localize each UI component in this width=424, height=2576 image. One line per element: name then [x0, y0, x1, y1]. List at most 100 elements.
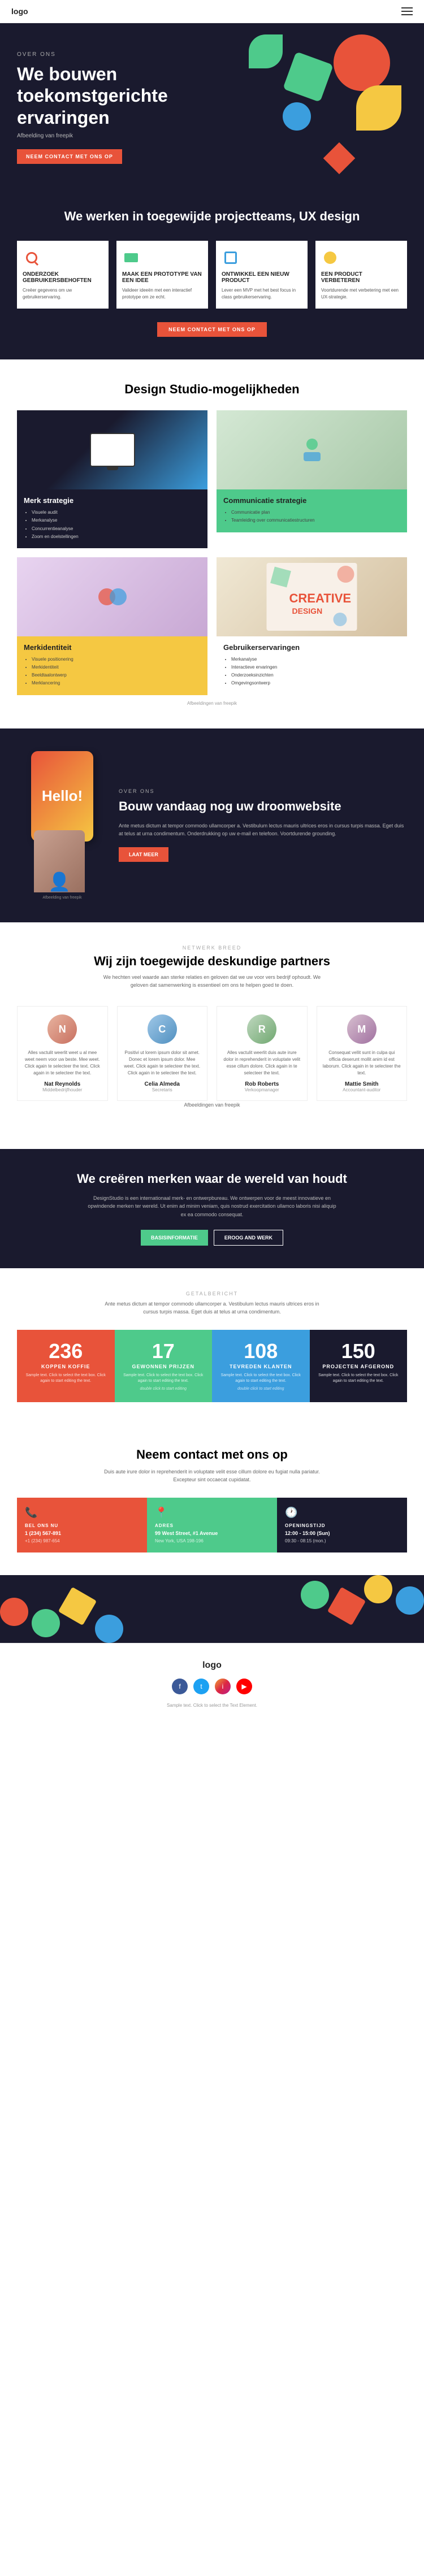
team-card-desc: Valideer ideeën met een interactief prot… — [122, 287, 202, 301]
stat-number: 17 — [120, 1341, 207, 1361]
dream-phone: Hello! — [31, 751, 93, 842]
svg-text:CREATIVE: CREATIVE — [289, 591, 352, 605]
deco-circle-red — [0, 1598, 28, 1626]
studio-card-brand: Merk strategie Visuele audit Merkanalyse… — [17, 410, 207, 548]
screen-mockup — [90, 433, 135, 467]
dream-image-area: Hello! 👤 Afbeelding van freepik — [17, 751, 107, 900]
studio-card-body-brand: Merk strategie Visuele audit Merkanalyse… — [17, 489, 207, 548]
teams-cta-button[interactable]: NEEM CONTACT MET ONS OP — [157, 322, 267, 337]
partner-name: Mattie Smith — [323, 1081, 401, 1087]
stat-label: PROJECTEN AFGEROND — [315, 1364, 402, 1369]
dream-over: OVER ONS — [119, 788, 407, 794]
deco-square-yellow — [58, 1586, 97, 1625]
contact-item-hours: 🕐 OPENINGSTIJD 12:00 - 15:00 (Sun) 09:30… — [277, 1498, 407, 1552]
avatar-initial: N — [59, 1024, 66, 1035]
team-card-research: ONDERZOEK GEBRUIKERSBEHOFTEN Creëer gege… — [17, 241, 109, 309]
stat-label: TEVREDEN KLANTEN — [218, 1364, 304, 1369]
location-icon: 📍 — [155, 1507, 269, 1519]
studio-card-ux: CREATIVE DESIGN Gebruikerservaringen Mer… — [217, 557, 407, 695]
improve-icon — [321, 249, 339, 267]
studio-card-title: Merkidentiteit — [24, 643, 201, 652]
list-item: Concurrentieanalyse — [32, 526, 201, 532]
footer-decoration — [0, 1575, 424, 1643]
studio-card-list: Visuele positionering Merkidentiteit Bee… — [24, 656, 201, 687]
studio-section: Design Studio-mogelijkheden Merk strateg… — [0, 359, 424, 728]
partners-grid: N Alles vactulit weerlit weet u al mee w… — [17, 1006, 407, 1101]
footer-text: Sample text. Click to select the Text El… — [17, 1702, 407, 1709]
partner-avatar-nat: N — [47, 1014, 77, 1044]
twitter-icon[interactable]: t — [193, 1679, 209, 1694]
contact-item-phone: 📞 BEL ONS NU 1 (234) 567-891 +1 (234) 98… — [17, 1498, 147, 1552]
studio-card-title: Merk strategie — [24, 496, 201, 505]
youtube-icon[interactable]: ▶ — [236, 1679, 252, 1694]
shape-rect-green — [283, 51, 334, 102]
footer: logo f t i ▶ Sample text. Click to selec… — [0, 1643, 424, 1726]
instagram-icon[interactable]: i — [215, 1679, 231, 1694]
contact-sub: New York, USA 198-196 — [155, 1538, 269, 1543]
studio-card-list: Merkanalyse Interactieve ervaringen Onde… — [223, 656, 400, 687]
phone-icon: 📞 — [25, 1507, 139, 1519]
studio-attribution: Afbeeldingen van freepik — [17, 701, 407, 706]
dream-attribution: Afbeelding van freepik — [17, 896, 107, 900]
deco-circle-green — [32, 1609, 60, 1637]
hero-title: We bouwen toekomstgerichte ervaringen — [17, 63, 175, 128]
list-item: Communicatie plan — [231, 509, 400, 515]
stat-number: 108 — [218, 1341, 304, 1361]
hamburger-button[interactable] — [401, 7, 413, 15]
partner-card-nat: N Alles vactulit weerlit weet u al mee w… — [17, 1006, 108, 1101]
partner-name: Celia Almeda — [123, 1081, 202, 1087]
list-item: Beeldtaalontwerp — [32, 672, 201, 678]
navbar: logo — [0, 0, 424, 23]
team-card-title: ONDERZOEK GEBRUIKERSBEHOFTEN — [23, 271, 103, 284]
avatar-initial: C — [158, 1024, 166, 1035]
list-item: Merkanalyse — [32, 517, 201, 523]
list-item: Interactieve ervaringen — [231, 664, 400, 670]
team-card-desc: Lever een MVP met het best focus in clas… — [222, 287, 302, 301]
brands-primary-button[interactable]: BASISINFORMATIE — [141, 1230, 208, 1246]
studio-card-body-identity: Merkidentiteit Visuele positionering Mer… — [17, 636, 207, 695]
partner-avatar-mattie: M — [347, 1014, 377, 1044]
list-item: Onderzoeksinzichten — [231, 672, 400, 678]
dream-body: Ante metus dictum at tempor commodo ulla… — [119, 822, 407, 838]
research-icon — [23, 249, 41, 267]
partner-role: Secretaris — [123, 1087, 202, 1092]
hero-cta-button[interactable]: NEEM CONTACT MET ONS OP — [17, 149, 122, 164]
contact-title: Neem contact met ons op — [17, 1447, 407, 1462]
partners-attribution: Afbeeldingen van freepik — [99, 1101, 325, 1109]
stats-section: GETALBERICHT Ante metus dictum at tempor… — [0, 1268, 424, 1425]
partner-name: Nat Reynolds — [23, 1081, 102, 1087]
brands-title: We creëren merken waar de wereld van hou… — [17, 1172, 407, 1186]
facebook-icon[interactable]: f — [172, 1679, 188, 1694]
list-item: Teamleiding over communicatiestructuren — [231, 517, 400, 523]
partner-avatar-rob: R — [247, 1014, 276, 1044]
avatar-initial: M — [357, 1024, 366, 1035]
contact-section: Neem contact met ons op Duis aute irure … — [0, 1425, 424, 1575]
shape-teardrop-yellow — [356, 85, 401, 131]
shape-diamond-red — [323, 142, 356, 175]
nav-logo: logo — [11, 7, 28, 16]
shape-circle-red — [334, 34, 390, 91]
shape-circle-blue — [283, 102, 311, 131]
partner-role: Middelbedrijfhouder — [23, 1087, 102, 1092]
stats-intro: Ante metus dictum at tempor commodo ulla… — [99, 1300, 325, 1316]
partner-card-rob: R Alles vactulit weerlit duis aute irure… — [217, 1006, 308, 1101]
develop-icon — [222, 249, 240, 267]
brands-body: DesignStudio is een internationaal merk-… — [88, 1194, 336, 1218]
partner-role: Verkoopmanager — [223, 1087, 301, 1092]
contact-label: ADRES — [155, 1523, 269, 1528]
deco-circle-green-r — [301, 1581, 329, 1609]
studio-card-title: Communicatie strategie — [223, 496, 400, 505]
studio-img-identity — [17, 557, 207, 636]
deco-circle-blue-r — [396, 1586, 424, 1615]
contact-row: 📞 BEL ONS NU 1 (234) 567-891 +1 (234) 98… — [17, 1498, 407, 1552]
stat-editable-hint: double click to start editing — [218, 1387, 304, 1391]
stat-number: 236 — [23, 1341, 109, 1361]
brands-outline-button[interactable]: EROOG AND WERK — [214, 1230, 283, 1246]
team-card-improve: EEN PRODUCT VERBETEREN Voortdurende met … — [315, 241, 407, 309]
stat-item-projects: 150 PROJECTEN AFGEROND Sample text. Clic… — [310, 1330, 408, 1402]
partner-card-celia: C Positivi ut lorem ipsum dolor sit amet… — [117, 1006, 208, 1101]
teams-grid: ONDERZOEK GEBRUIKERSBEHOFTEN Creëer gege… — [17, 241, 407, 309]
dream-cta-button[interactable]: LAAT MEER — [119, 847, 168, 862]
team-card-title: EEN PRODUCT VERBETEREN — [321, 271, 401, 284]
footer-logo: logo — [17, 1660, 407, 1671]
